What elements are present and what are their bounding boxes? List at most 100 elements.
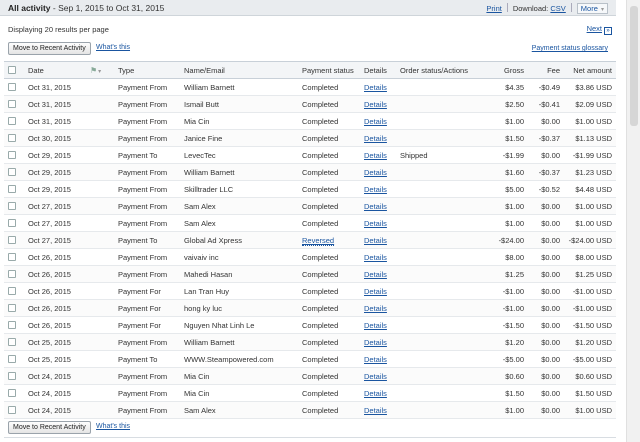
details-link[interactable]: Details [364, 389, 387, 398]
row-flag-cell [86, 333, 114, 351]
details-link[interactable]: Details [364, 202, 387, 211]
vertical-scrollbar[interactable] [626, 0, 640, 442]
details-link[interactable]: Details [364, 355, 387, 364]
row-order-status [396, 78, 482, 96]
row-checkbox[interactable] [8, 82, 16, 91]
move-to-recent-activity-button[interactable]: Move to Recent Activity [8, 42, 91, 55]
column-header-gross[interactable]: Gross [482, 61, 528, 79]
details-link[interactable]: Details [364, 338, 387, 347]
column-header-fee[interactable]: Fee [528, 61, 564, 79]
column-header-net[interactable]: Net amount [564, 61, 616, 79]
row-net-amount: $4.48 USD [564, 180, 616, 198]
row-checkbox[interactable] [8, 116, 16, 125]
details-link[interactable]: Details [364, 83, 387, 92]
details-link[interactable]: Details [364, 287, 387, 296]
row-select-cell [4, 163, 24, 181]
row-name: vaivaiv inc [180, 248, 298, 266]
row-checkbox[interactable] [8, 99, 16, 108]
payment-status-glossary-link[interactable]: Payment status glossary [532, 45, 608, 52]
details-link[interactable]: Details [364, 253, 387, 262]
column-header-date[interactable]: Date [24, 61, 86, 79]
payment-status-text: Completed [302, 388, 339, 398]
payment-status-text: Completed [302, 167, 339, 177]
row-checkbox[interactable] [8, 405, 16, 414]
column-header-flag[interactable]: ⚑▾ [86, 61, 114, 79]
reversed-status-link[interactable]: Reversed [302, 235, 335, 246]
row-checkbox[interactable] [8, 337, 16, 346]
payment-status-text: Completed [302, 371, 339, 381]
column-header-order: Order status/Actions [396, 61, 482, 79]
row-order-status [396, 265, 482, 283]
page-title: All activity - Sep 1, 2015 to Oct 31, 20… [8, 3, 164, 13]
row-gross: $1.00 [482, 214, 528, 232]
payment-status-text: Completed [302, 320, 339, 330]
row-net-amount: $0.60 USD [564, 367, 616, 385]
row-checkbox[interactable] [8, 354, 16, 363]
row-gross: $1.00 [482, 197, 528, 215]
next-page-link[interactable]: Next» [587, 24, 612, 35]
row-checkbox[interactable] [8, 235, 16, 244]
row-gross: $1.50 [482, 129, 528, 147]
details-link[interactable]: Details [364, 304, 387, 313]
row-gross: -$1.50 [482, 316, 528, 334]
select-all-checkbox[interactable] [8, 65, 16, 74]
more-dropdown[interactable]: More ▾ [576, 3, 608, 14]
details-link[interactable]: Details [364, 151, 387, 160]
row-checkbox[interactable] [8, 184, 16, 193]
row-name: Sam Alex [180, 197, 298, 215]
details-link[interactable]: Details [364, 185, 387, 194]
row-checkbox[interactable] [8, 201, 16, 210]
row-checkbox[interactable] [8, 167, 16, 176]
details-link[interactable]: Details [364, 321, 387, 330]
csv-download-link[interactable]: CSV [550, 4, 565, 13]
row-flag-cell [86, 163, 114, 181]
table-row: Oct 29, 2015 Payment From William Barnett C… [4, 163, 616, 181]
row-select-cell [4, 95, 24, 113]
payment-status-text: Completed [302, 99, 339, 109]
row-flag-cell [86, 129, 114, 147]
row-name: Sam Alex [180, 214, 298, 232]
details-link[interactable]: Details [364, 134, 387, 143]
row-checkbox[interactable] [8, 150, 16, 159]
row-gross: $1.00 [482, 401, 528, 419]
row-net-amount: $3.86 USD [564, 78, 616, 96]
row-order-status [396, 384, 482, 402]
details-link[interactable]: Details [364, 219, 387, 228]
row-flag-cell [86, 282, 114, 300]
details-link[interactable]: Details [364, 100, 387, 109]
row-gross: -$1.00 [482, 282, 528, 300]
row-checkbox[interactable] [8, 303, 16, 312]
row-checkbox[interactable] [8, 133, 16, 142]
whats-this-link[interactable]: What's this [96, 44, 130, 51]
details-link[interactable]: Details [364, 117, 387, 126]
details-link[interactable]: Details [364, 270, 387, 279]
row-flag-cell [86, 367, 114, 385]
row-checkbox[interactable] [8, 252, 16, 261]
row-checkbox[interactable] [8, 286, 16, 295]
row-type: Payment From [114, 129, 180, 147]
row-checkbox[interactable] [8, 218, 16, 227]
row-date: Oct 26, 2015 [24, 282, 86, 300]
table-row: Oct 31, 2015 Payment From Mia Cin Completed… [4, 112, 616, 130]
column-header-type[interactable]: Type [114, 61, 180, 79]
table-row: Oct 26, 2015 Payment From Mahedi Hasan Comp… [4, 265, 616, 283]
column-header-name[interactable]: Name/Email [180, 61, 298, 79]
details-link[interactable]: Details [364, 236, 387, 245]
row-checkbox[interactable] [8, 320, 16, 329]
row-details-cell: Details [360, 95, 396, 113]
move-to-recent-activity-button[interactable]: Move to Recent Activity [8, 421, 91, 434]
print-link[interactable]: Print [486, 4, 501, 13]
page-title-label: All activity [8, 3, 51, 13]
row-checkbox[interactable] [8, 371, 16, 380]
details-link[interactable]: Details [364, 372, 387, 381]
flag-icon[interactable]: ⚑ [90, 66, 97, 75]
details-link[interactable]: Details [364, 168, 387, 177]
scrollbar-thumb[interactable] [630, 6, 638, 126]
whats-this-link[interactable]: What's this [96, 423, 130, 430]
column-header-status[interactable]: Payment status [298, 61, 360, 79]
row-flag-cell [86, 401, 114, 419]
row-checkbox[interactable] [8, 269, 16, 278]
chevron-down-icon[interactable]: ▾ [98, 69, 101, 75]
row-checkbox[interactable] [8, 388, 16, 397]
details-link[interactable]: Details [364, 406, 387, 415]
